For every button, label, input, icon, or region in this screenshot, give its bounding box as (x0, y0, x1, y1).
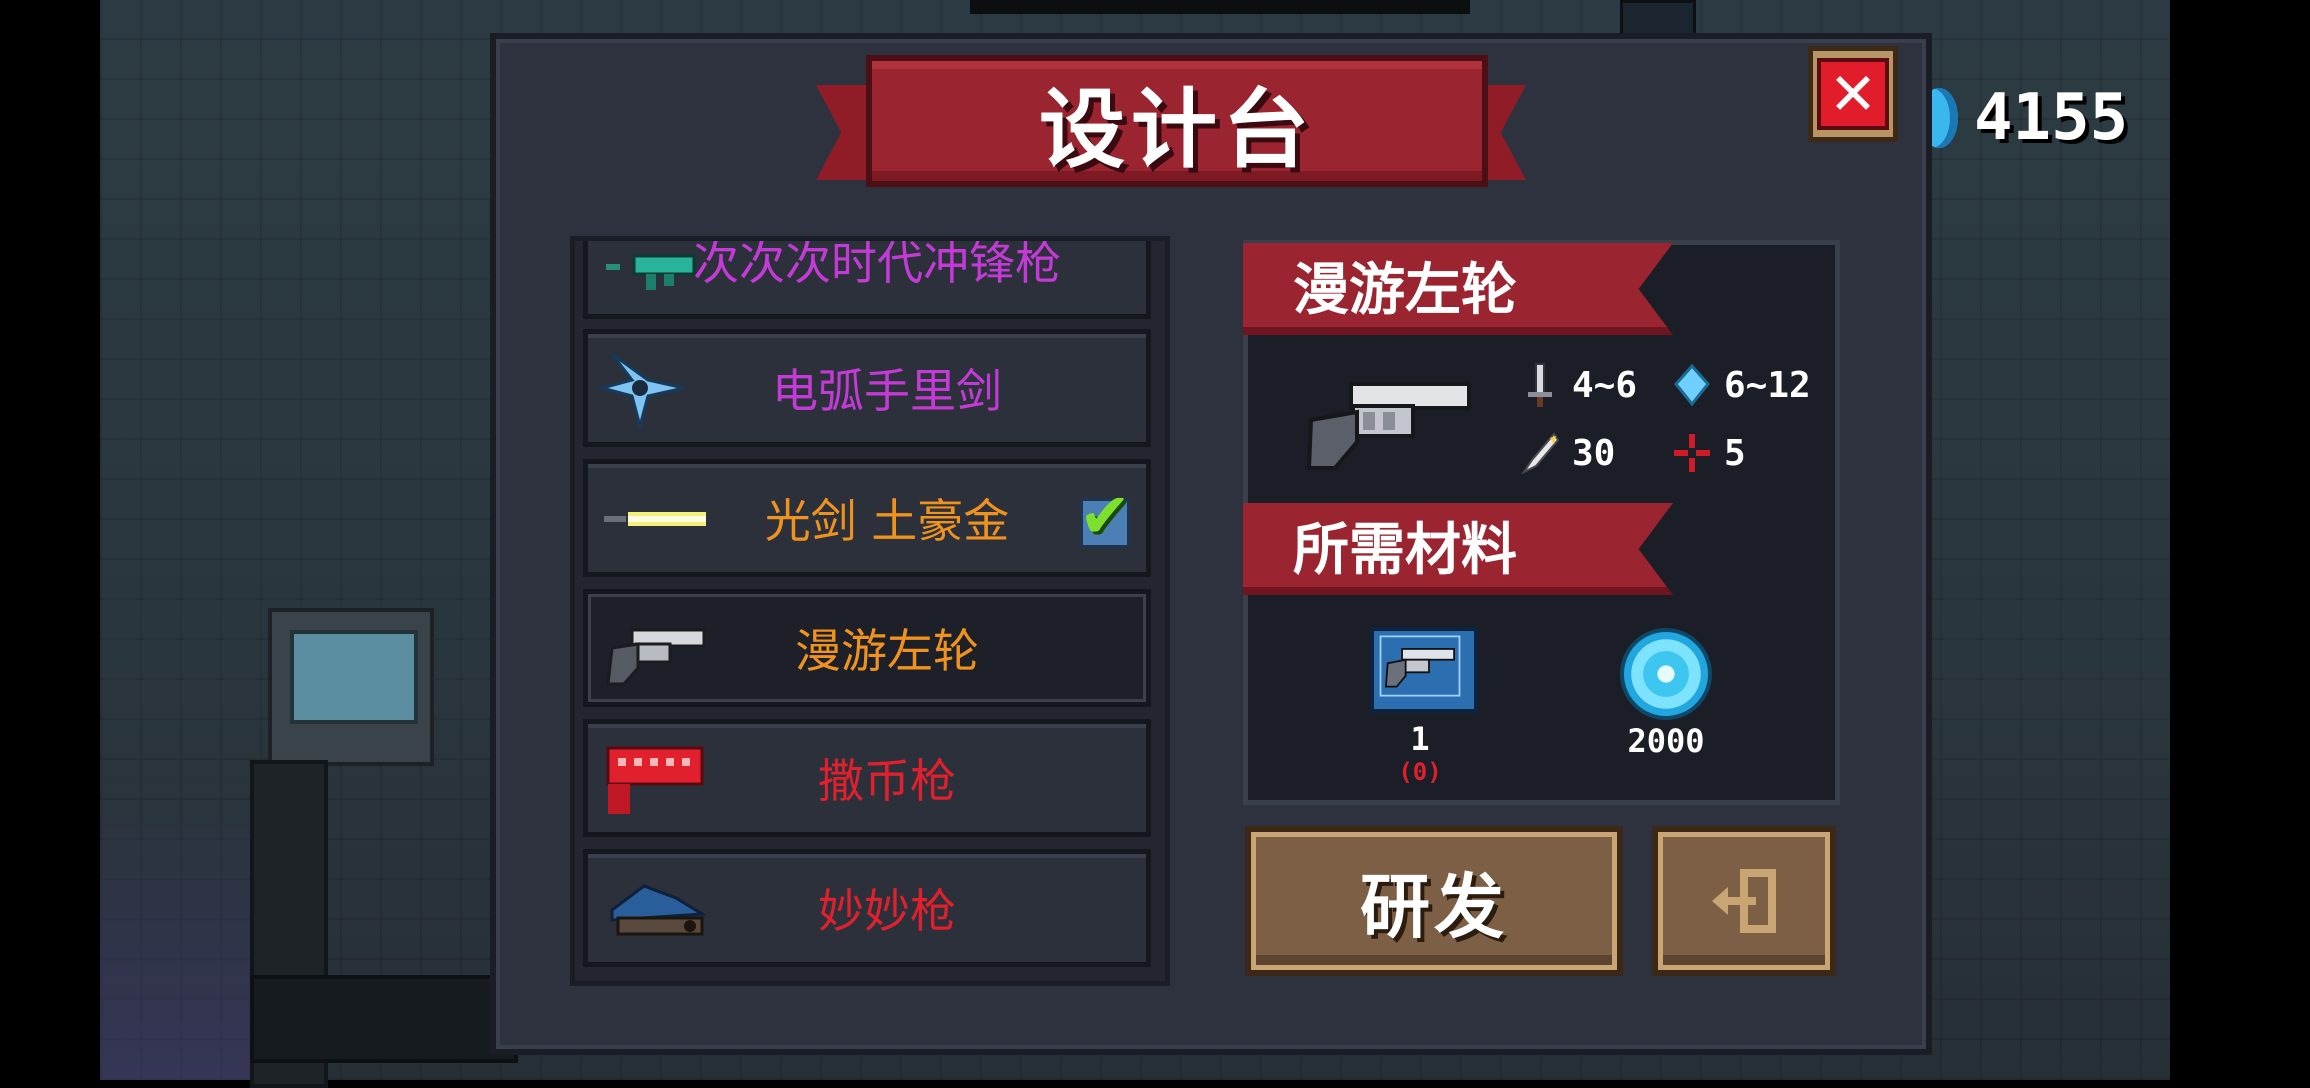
owned-checkbox: ✔ (1079, 479, 1131, 552)
exit-icon (1712, 869, 1776, 933)
checkmark-icon: ✔ (1079, 479, 1131, 552)
develop-button[interactable]: 研发 (1245, 826, 1623, 976)
revolver-blueprint-icon (1370, 627, 1478, 713)
weapon-name-ribbon: 漫游左轮 (1243, 243, 1673, 335)
revolver-preview-icon (1306, 382, 1471, 470)
weapon-list-item[interactable]: 妙妙枪 (583, 849, 1151, 967)
crit-blade-icon (1521, 432, 1560, 475)
gem-count: 4155 (1974, 81, 2129, 155)
weapon-name: 撒币枪 (818, 754, 956, 808)
stat-energy: 6~12 (1672, 362, 1811, 408)
materials-ribbon: 所需材料 (1243, 503, 1673, 595)
crosshair-icon (1674, 434, 1710, 472)
close-button[interactable]: ✕ (1808, 46, 1898, 142)
weapon-list-item[interactable]: 电弧手里剑 (583, 329, 1151, 447)
stat-accuracy: 5 (1672, 430, 1746, 476)
stat-accuracy-value: 5 (1724, 432, 1746, 474)
blueprint-owned: (0) (1398, 758, 1442, 786)
weapon-list-item-selected[interactable]: 漫游左轮 (583, 589, 1151, 707)
weapon-name: 次次次时代冲锋枪 (693, 236, 1061, 290)
close-x-icon: ✕ (1817, 58, 1889, 130)
weapon-list-item[interactable]: 光剑 土豪金 ✔ (583, 459, 1151, 577)
exit-button[interactable] (1652, 826, 1836, 976)
stat-damage: 4~6 (1520, 362, 1637, 408)
dialog-title: 设计台 (1039, 79, 1315, 180)
weapon-list-item[interactable]: 撒币枪 (583, 719, 1151, 837)
weapon-name: 电弧手里剑 (772, 364, 1002, 418)
title-ribbon: 设计台 (816, 55, 1526, 195)
gem-required: 2000 (1627, 722, 1705, 760)
background-desk (250, 975, 518, 1063)
weapon-name: 光剑 土豪金 (764, 494, 1010, 548)
weapon-name: 妙妙枪 (818, 884, 956, 938)
background-monitor (268, 608, 434, 766)
energy-crystal-icon (1674, 363, 1710, 407)
gem-icon (1620, 628, 1712, 720)
weapon-list-item[interactable]: 次次次时代冲锋枪 (583, 236, 1151, 319)
sword-icon (1528, 363, 1552, 407)
stat-damage-value: 4~6 (1572, 364, 1638, 406)
gem-counter: 4155 (1920, 78, 2128, 158)
stat-energy-value: 6~12 (1724, 364, 1811, 406)
blueprint-required: 1 (1410, 720, 1430, 758)
background-wall (970, 0, 1470, 14)
weapon-name: 漫游左轮 (795, 624, 979, 678)
stat-crit-value: 30 (1572, 432, 1616, 474)
stat-crit: 30 (1520, 430, 1615, 476)
weapon-list[interactable]: 次次次时代冲锋枪 电弧手里剑 光剑 土豪金 ✔ 漫游左轮 撒币枪 妙妙枪 (570, 236, 1170, 986)
develop-button-label: 研发 (1360, 865, 1508, 948)
